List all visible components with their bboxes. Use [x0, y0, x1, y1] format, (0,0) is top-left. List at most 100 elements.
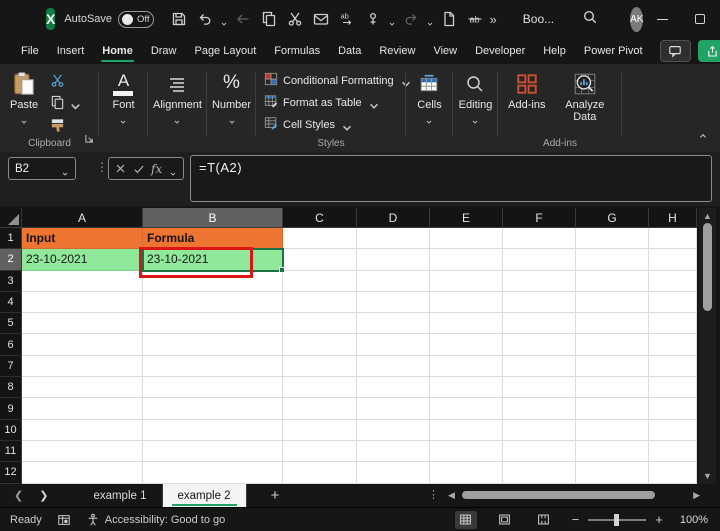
- cell-E6[interactable]: [430, 334, 503, 356]
- maximize-button[interactable]: [681, 0, 719, 38]
- column-header-A[interactable]: A: [22, 208, 143, 228]
- cell-E8[interactable]: [430, 377, 503, 399]
- cell-E11[interactable]: [430, 440, 503, 463]
- zoom-in-icon[interactable]: +: [655, 512, 663, 527]
- cell-H4[interactable]: [649, 291, 697, 314]
- alignment-group-button[interactable]: Alignment: [148, 64, 207, 152]
- conditional-formatting-button[interactable]: Conditional Formatting: [264, 70, 410, 92]
- cell-F10[interactable]: [503, 419, 576, 441]
- cancel-icon[interactable]: [115, 163, 126, 174]
- avatar[interactable]: AK: [630, 6, 644, 32]
- cell-H7[interactable]: [649, 355, 697, 378]
- vertical-scroll-thumb[interactable]: [703, 223, 712, 311]
- cell-C7[interactable]: [283, 355, 357, 378]
- column-header-E[interactable]: E: [430, 208, 503, 228]
- tab-draw[interactable]: Draw: [150, 41, 178, 61]
- column-header-B[interactable]: B: [143, 208, 283, 228]
- cell-A9[interactable]: [22, 398, 143, 420]
- touch-mode-icon[interactable]: [362, 8, 384, 30]
- cell-C10[interactable]: [283, 419, 357, 441]
- column-header-F[interactable]: F: [503, 208, 576, 228]
- tab-power-pivot[interactable]: Power Pivot: [583, 41, 644, 61]
- cell-F6[interactable]: [503, 334, 576, 356]
- cell-D4[interactable]: [357, 291, 430, 314]
- email-icon[interactable]: [310, 8, 332, 30]
- row-header-6[interactable]: 6: [0, 334, 22, 356]
- cell-D11[interactable]: [357, 440, 430, 463]
- row-header-4[interactable]: 4: [0, 291, 22, 314]
- sheet-tab-example-1[interactable]: example 1: [78, 484, 163, 507]
- fill-handle[interactable]: [279, 266, 285, 273]
- cell-B4[interactable]: [143, 291, 283, 314]
- column-header-H[interactable]: H: [649, 208, 697, 228]
- cell-F5[interactable]: [503, 313, 576, 335]
- accessibility-status[interactable]: Accessibility: Good to go: [86, 513, 225, 527]
- excel-logo-icon[interactable]: X: [46, 8, 56, 30]
- cut-button[interactable]: [50, 73, 76, 88]
- cell-G5[interactable]: [576, 313, 649, 335]
- cell-B12[interactable]: [143, 462, 283, 484]
- row-header-1[interactable]: 1: [0, 228, 22, 250]
- cell-F3[interactable]: [503, 270, 576, 292]
- cell-G1[interactable]: [576, 228, 649, 250]
- tab-view[interactable]: View: [432, 41, 458, 61]
- zoom-out-icon[interactable]: −: [572, 512, 580, 527]
- cell-A1[interactable]: Input: [22, 228, 143, 250]
- find-replace-icon[interactable]: ab: [336, 8, 358, 30]
- cell-H11[interactable]: [649, 440, 697, 463]
- cell-D5[interactable]: [357, 313, 430, 335]
- tab-page-layout[interactable]: Page Layout: [193, 41, 257, 61]
- tab-insert[interactable]: Insert: [56, 41, 86, 61]
- cell-H2[interactable]: [649, 249, 697, 271]
- cell-H10[interactable]: [649, 419, 697, 441]
- more-commands-icon[interactable]: »: [490, 12, 497, 27]
- cell-C2[interactable]: [283, 249, 357, 271]
- undo-icon[interactable]: [194, 8, 216, 30]
- prev-sheet-icon[interactable]: ❮: [14, 489, 23, 502]
- name-box[interactable]: B2: [8, 157, 76, 180]
- cell-styles-button[interactable]: Cell Styles: [264, 114, 406, 136]
- view-normal-icon[interactable]: [454, 510, 477, 529]
- cell-D12[interactable]: [357, 462, 430, 484]
- cell-E2[interactable]: [430, 249, 503, 271]
- cell-F9[interactable]: [503, 398, 576, 420]
- cell-A6[interactable]: [22, 334, 143, 356]
- select-all-corner[interactable]: [0, 208, 22, 228]
- cut-icon[interactable]: [284, 8, 306, 30]
- cell-B6[interactable]: [143, 334, 283, 356]
- autosave-toggle[interactable]: Off: [118, 10, 154, 28]
- cell-D1[interactable]: [357, 228, 430, 250]
- cell-C4[interactable]: [283, 291, 357, 314]
- row-header-12[interactable]: 12: [0, 462, 22, 484]
- cell-H1[interactable]: [649, 228, 697, 250]
- cell-C5[interactable]: [283, 313, 357, 335]
- cell-B11[interactable]: [143, 440, 283, 463]
- tab-formulas[interactable]: Formulas: [273, 41, 321, 61]
- font-group-button[interactable]: A Font: [99, 64, 148, 152]
- cell-E7[interactable]: [430, 355, 503, 378]
- cell-D2[interactable]: [357, 249, 430, 271]
- next-sheet-icon[interactable]: ❯: [39, 489, 48, 502]
- row-header-9[interactable]: 9: [0, 398, 22, 420]
- row-header-5[interactable]: 5: [0, 313, 22, 335]
- cell-B8[interactable]: [143, 377, 283, 399]
- clipboard-dialog-launcher-icon[interactable]: [85, 130, 94, 148]
- cell-C6[interactable]: [283, 334, 357, 356]
- cell-E4[interactable]: [430, 291, 503, 314]
- macro-record-icon[interactable]: [57, 513, 71, 527]
- cell-D10[interactable]: [357, 419, 430, 441]
- cell-A7[interactable]: [22, 355, 143, 378]
- horizontal-scroll-thumb[interactable]: [462, 491, 655, 499]
- cell-A10[interactable]: [22, 419, 143, 441]
- view-page-break-icon[interactable]: [533, 511, 555, 529]
- row-header-10[interactable]: 10: [0, 419, 22, 441]
- cell-G6[interactable]: [576, 334, 649, 356]
- cell-F1[interactable]: [503, 228, 576, 250]
- row-header-7[interactable]: 7: [0, 355, 22, 378]
- cell-H12[interactable]: [649, 462, 697, 484]
- minimize-button[interactable]: [643, 0, 681, 38]
- cell-G10[interactable]: [576, 419, 649, 441]
- insert-function-icon[interactable]: fx: [151, 162, 162, 176]
- scroll-right-icon[interactable]: ▶: [693, 490, 700, 501]
- cell-B1[interactable]: Formula: [143, 228, 283, 250]
